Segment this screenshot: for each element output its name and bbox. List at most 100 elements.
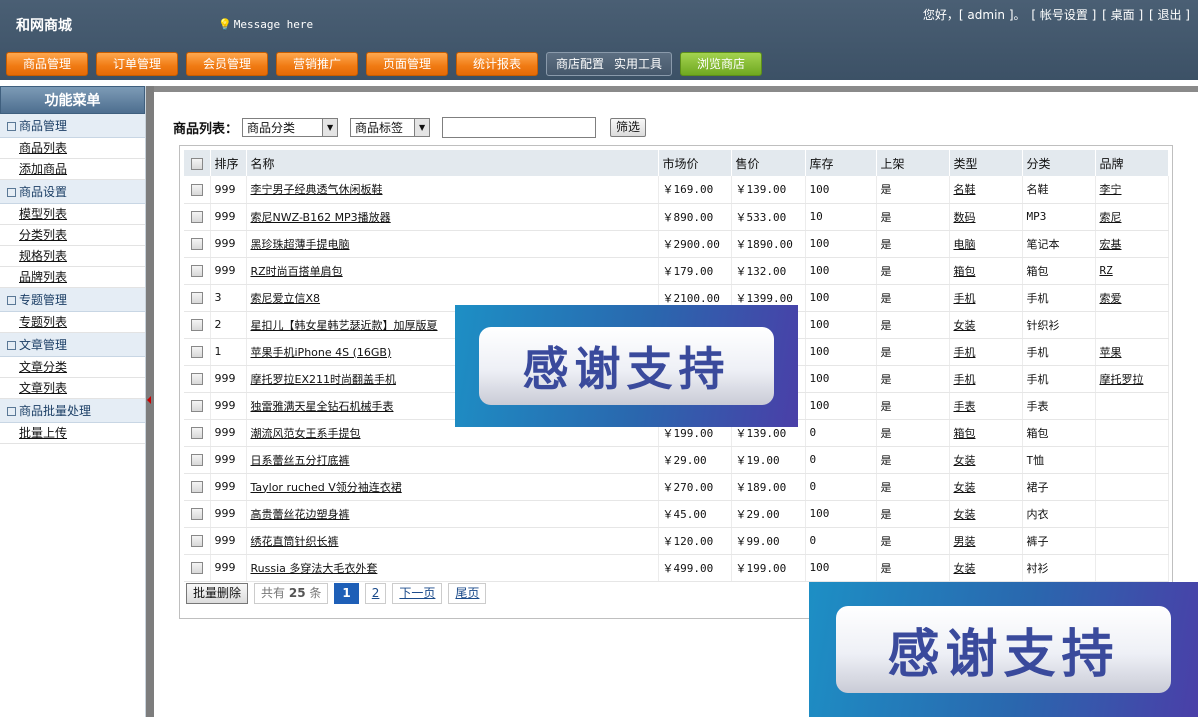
sidebar-group-topics[interactable]: 专题管理 <box>0 288 145 312</box>
row-checkbox[interactable] <box>190 292 203 304</box>
cell-brand[interactable]: RZ <box>1095 257 1169 285</box>
col-header-onsale[interactable]: 上架 <box>876 150 950 176</box>
nav-orders[interactable]: 订单管理 <box>96 52 178 76</box>
cell-brand[interactable] <box>1095 419 1169 447</box>
row-checkbox[interactable] <box>190 211 203 223</box>
col-header-type[interactable]: 类型 <box>949 150 1023 176</box>
sidebar-group-batch[interactable]: 商品批量处理 <box>0 399 145 423</box>
row-checkbox[interactable] <box>190 265 203 277</box>
filter-button[interactable]: 筛选 <box>610 117 647 137</box>
cell-type[interactable]: 女装 <box>949 554 1023 582</box>
cell-type[interactable]: 女装 <box>949 473 1023 501</box>
col-header-stock[interactable]: 库存 <box>805 150 877 176</box>
cell-brand[interactable]: 索爱 <box>1095 284 1169 312</box>
col-header-price[interactable]: 售价 <box>731 150 806 176</box>
cell-brand[interactable] <box>1095 527 1169 555</box>
row-checkbox[interactable] <box>190 427 203 439</box>
cell-name[interactable]: Taylor ruched V领分袖连衣裙 <box>246 473 659 501</box>
cell-brand[interactable]: 索尼 <box>1095 203 1169 231</box>
row-checkbox[interactable] <box>190 481 203 493</box>
cell-brand[interactable] <box>1095 554 1169 582</box>
cell-brand[interactable] <box>1095 473 1169 501</box>
cell-type[interactable]: 男装 <box>949 527 1023 555</box>
row-checkbox[interactable] <box>190 454 203 466</box>
cell-type[interactable]: 箱包 <box>949 419 1023 447</box>
cell-name[interactable]: 日系蕾丝五分打底裤 <box>246 446 659 474</box>
col-header-name[interactable]: 名称 <box>246 150 659 176</box>
logout-link[interactable]: [ 退出 ] <box>1149 8 1190 22</box>
nav-browse-store[interactable]: 浏览商店 <box>680 52 762 76</box>
cell-type[interactable]: 女装 <box>949 446 1023 474</box>
cell-type[interactable]: 手机 <box>949 365 1023 393</box>
cell-brand[interactable]: 摩托罗拉 <box>1095 365 1169 393</box>
cell-name[interactable]: 绣花直筒针织长裤 <box>246 527 659 555</box>
cell-type[interactable]: 手机 <box>949 338 1023 366</box>
cell-type[interactable]: 手表 <box>949 392 1023 420</box>
row-checkbox[interactable] <box>190 508 203 520</box>
cell-brand[interactable] <box>1095 500 1169 528</box>
row-checkbox[interactable] <box>190 238 203 250</box>
desktop-link[interactable]: [ 桌面 ] <box>1102 8 1143 22</box>
page-2-link[interactable]: 2 <box>364 582 387 604</box>
cell-type[interactable]: 数码 <box>949 203 1023 231</box>
cell-name[interactable]: RZ时尚百搭单肩包 <box>246 257 659 285</box>
nav-tools[interactable]: 实用工具 <box>614 53 662 75</box>
sidebar-item-batch-upload[interactable]: 批量上传 <box>0 423 145 444</box>
sidebar-item-add-goods[interactable]: 添加商品 <box>0 159 145 180</box>
sidebar-group-articles[interactable]: 文章管理 <box>0 333 145 357</box>
sidebar-item-category-list[interactable]: 分类列表 <box>0 225 145 246</box>
nav-goods[interactable]: 商品管理 <box>6 52 88 76</box>
cell-brand[interactable]: 宏基 <box>1095 230 1169 258</box>
cell-name[interactable]: 李宁男子经典透气休闲板鞋 <box>246 176 659 204</box>
dropdown-arrow-icon[interactable]: ▼ <box>414 118 430 136</box>
account-settings-link[interactable]: [ 帐号设置 ] <box>1031 8 1096 22</box>
nav-reports[interactable]: 统计报表 <box>456 52 538 76</box>
col-header-market-price[interactable]: 市场价 <box>658 150 732 176</box>
cell-type[interactable]: 女装 <box>949 311 1023 339</box>
category-select[interactable]: 商品分类 ▼ <box>242 117 339 137</box>
sidebar-item-article-list[interactable]: 文章列表 <box>0 378 145 399</box>
page-current[interactable]: 1 <box>334 582 359 604</box>
sidebar-item-topic-list[interactable]: 专题列表 <box>0 312 145 333</box>
nav-marketing[interactable]: 营销推广 <box>276 52 358 76</box>
col-header-brand[interactable]: 品牌 <box>1095 150 1169 176</box>
cell-brand[interactable] <box>1095 446 1169 474</box>
keyword-input[interactable] <box>442 116 597 138</box>
cell-type[interactable]: 手机 <box>949 284 1023 312</box>
sidebar-item-spec-list[interactable]: 规格列表 <box>0 246 145 267</box>
row-checkbox[interactable] <box>190 400 203 412</box>
cell-name[interactable]: 索尼NWZ-B162 MP3播放器 <box>246 203 659 231</box>
row-checkbox[interactable] <box>190 346 203 358</box>
row-checkbox[interactable] <box>190 562 203 574</box>
row-checkbox[interactable] <box>190 319 203 331</box>
cell-name[interactable]: 高贵蕾丝花边塑身裤 <box>246 500 659 528</box>
collapse-arrow-icon[interactable] <box>147 396 151 404</box>
sidebar-item-goods-list[interactable]: 商品列表 <box>0 138 145 159</box>
cell-type[interactable]: 名鞋 <box>949 176 1023 204</box>
batch-delete-button[interactable]: 批量删除 <box>186 582 249 604</box>
cell-type[interactable]: 女装 <box>949 500 1023 528</box>
cell-brand[interactable] <box>1095 311 1169 339</box>
cell-name[interactable]: Russia 多穿法大毛衣外套 <box>246 554 659 582</box>
col-header-sort[interactable]: 排序 <box>210 150 247 176</box>
sidebar-group-goods-settings[interactable]: 商品设置 <box>0 180 145 204</box>
cell-brand[interactable] <box>1095 392 1169 420</box>
cell-type[interactable]: 电脑 <box>949 230 1023 258</box>
row-checkbox[interactable] <box>190 535 203 547</box>
last-page-link[interactable]: 尾页 <box>448 582 487 604</box>
col-header-category[interactable]: 分类 <box>1022 150 1096 176</box>
row-checkbox[interactable] <box>190 183 203 196</box>
nav-members[interactable]: 会员管理 <box>186 52 268 76</box>
tag-select[interactable]: 商品标签 ▼ <box>350 117 431 137</box>
next-page-link[interactable]: 下一页 <box>392 582 443 604</box>
select-all-checkbox[interactable] <box>190 157 203 170</box>
row-checkbox[interactable] <box>190 373 203 385</box>
nav-store-config[interactable]: 商店配置 <box>556 53 604 75</box>
sidebar-item-model-list[interactable]: 模型列表 <box>0 204 145 225</box>
cell-type[interactable]: 箱包 <box>949 257 1023 285</box>
dropdown-arrow-icon[interactable]: ▼ <box>322 118 338 136</box>
sidebar-group-goods[interactable]: 商品管理 <box>0 114 145 138</box>
sidebar-item-brand-list[interactable]: 品牌列表 <box>0 267 145 288</box>
sidebar-item-article-category[interactable]: 文章分类 <box>0 357 145 378</box>
nav-pages[interactable]: 页面管理 <box>366 52 448 76</box>
